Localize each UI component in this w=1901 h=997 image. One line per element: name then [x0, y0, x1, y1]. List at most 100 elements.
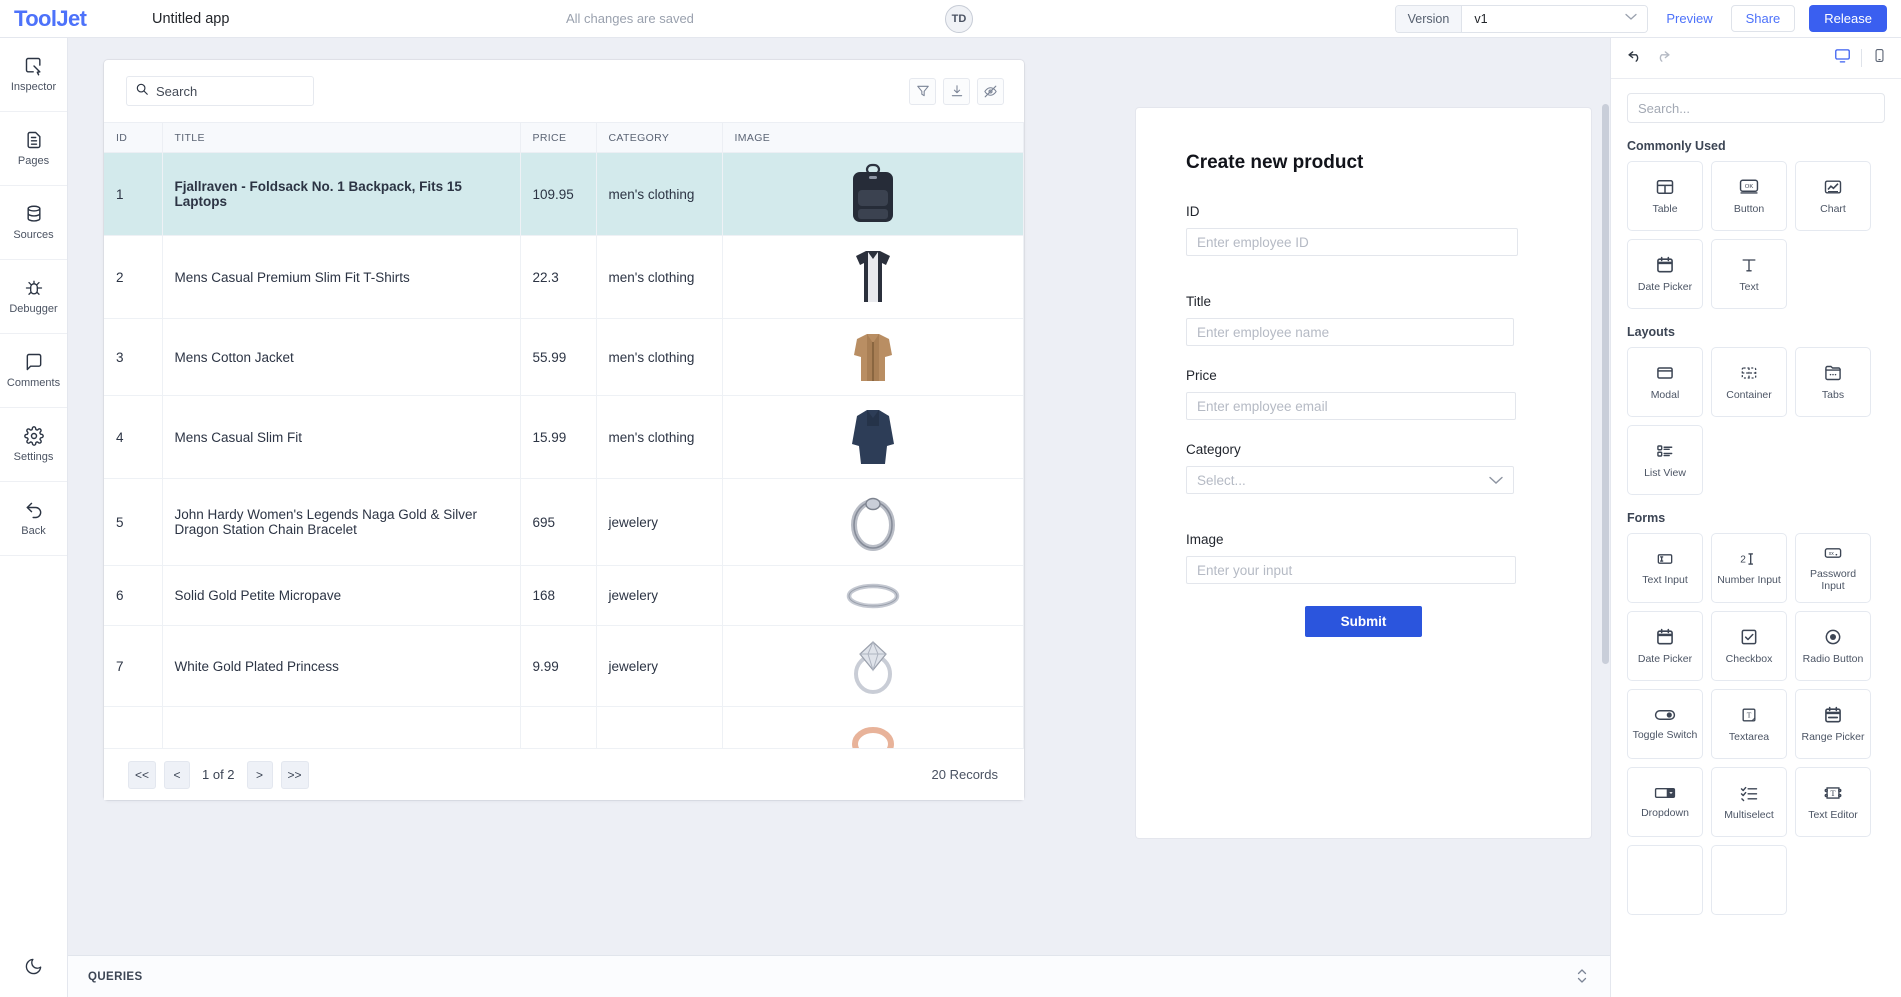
widget-toggle-switch[interactable]: Toggle Switch	[1627, 689, 1703, 759]
pagination-next-button[interactable]: >	[247, 761, 273, 789]
widget-text-editor[interactable]: T Text Editor	[1795, 767, 1871, 837]
widget-modal[interactable]: Modal	[1627, 347, 1703, 417]
category-select[interactable]: Select...	[1186, 466, 1514, 494]
title-input[interactable]: Enter employee name	[1186, 318, 1514, 346]
column-header-id[interactable]: ID	[104, 123, 162, 153]
submit-button[interactable]: Submit	[1305, 606, 1423, 637]
form-field-category: Category Select...	[1186, 442, 1541, 494]
longsleeve-thumbnail	[848, 406, 898, 468]
widget-tabs[interactable]: Tabs	[1795, 347, 1871, 417]
version-selector[interactable]: Version v1	[1395, 5, 1649, 33]
widget-chart[interactable]: Chart	[1795, 161, 1871, 231]
pagination-last-button[interactable]: >>	[281, 761, 309, 789]
sidebar-item-pages[interactable]: Pages	[0, 112, 67, 186]
widget-list-view[interactable]: List View	[1627, 425, 1703, 495]
sidebar-item-comments[interactable]: Comments	[0, 334, 67, 408]
sidebar-item-inspector[interactable]: Inspector	[0, 38, 67, 112]
sidebar-item-label: Comments	[7, 377, 60, 389]
widget-textarea[interactable]: T Textarea	[1711, 689, 1787, 759]
cell-id: 7	[104, 626, 162, 707]
table-row[interactable]: 3 Mens Cotton Jacket 55.99 men's clothin…	[104, 319, 1024, 396]
hide-columns-icon[interactable]	[977, 78, 1004, 105]
field-label: Image	[1186, 532, 1541, 547]
table-row[interactable]: 1 Fjallraven - Foldsack No. 1 Backpack, …	[104, 153, 1024, 236]
table-scroll-region[interactable]: ID TITLE PRICE CATEGORY IMAGE 1 Fjallrav…	[104, 122, 1024, 748]
widget-container[interactable]: Container	[1711, 347, 1787, 417]
table-row-partial[interactable]	[104, 707, 1024, 749]
filter-icon[interactable]	[909, 78, 936, 105]
widget-partial-b[interactable]	[1711, 845, 1787, 915]
cell-id: 4	[104, 396, 162, 479]
pagination-prev-button[interactable]: <	[164, 761, 190, 789]
column-header-category[interactable]: CATEGORY	[596, 123, 722, 153]
widget-range-picker[interactable]: Range Picker	[1795, 689, 1871, 759]
table-header: ID TITLE PRICE CATEGORY IMAGE	[104, 123, 1024, 153]
widget-text[interactable]: Text	[1711, 239, 1787, 309]
table-widget[interactable]: Search	[104, 60, 1024, 800]
table-search-input[interactable]: Search	[126, 76, 314, 106]
widget-number-input[interactable]: 2 Number Input	[1711, 533, 1787, 603]
widget-password-input[interactable]: xx Password Input	[1795, 533, 1871, 603]
table-row[interactable]: 5 John Hardy Women's Legends Naga Gold &…	[104, 479, 1024, 566]
avatar[interactable]: TD	[945, 5, 973, 33]
widget-date-picker[interactable]: Date Picker	[1627, 239, 1703, 309]
widget-checkbox[interactable]: Checkbox	[1711, 611, 1787, 681]
share-button[interactable]: Share	[1731, 5, 1796, 32]
sidebar-item-debugger[interactable]: Debugger	[0, 260, 67, 334]
tooljet-logo[interactable]: ToolJet	[14, 6, 114, 32]
table-row[interactable]: 6 Solid Gold Petite Micropave 168 jewele…	[104, 566, 1024, 626]
sidebar-item-label: Settings	[14, 451, 54, 463]
column-header-price[interactable]: PRICE	[520, 123, 596, 153]
button-icon: OK	[1738, 177, 1760, 197]
list-view-icon	[1655, 441, 1675, 461]
price-input[interactable]: Enter employee email	[1186, 392, 1516, 420]
form-actions: Submit	[1186, 606, 1541, 637]
version-dropdown[interactable]: v1	[1462, 6, 1647, 32]
pagination-first-button[interactable]: <<	[128, 761, 156, 789]
field-label: Category	[1186, 442, 1541, 457]
table-row[interactable]: 2 Mens Casual Premium Slim Fit T-Shirts …	[104, 236, 1024, 319]
image-input[interactable]: Enter your input	[1186, 556, 1516, 584]
release-button[interactable]: Release	[1809, 5, 1887, 32]
widget-dropdown[interactable]: Dropdown	[1627, 767, 1703, 837]
cell-category: jewelery	[596, 566, 722, 626]
widget-label: Radio Button	[1800, 653, 1867, 665]
sidebar-item-settings[interactable]: Settings	[0, 408, 67, 482]
app-title[interactable]: Untitled app	[152, 11, 229, 27]
widget-table[interactable]: Table	[1627, 161, 1703, 231]
preview-button[interactable]: Preview	[1662, 6, 1716, 31]
redo-icon[interactable]	[1654, 47, 1671, 69]
save-status: All changes are saved	[566, 11, 694, 26]
create-product-form[interactable]: Create new product ID Enter employee ID …	[1136, 108, 1591, 838]
widget-button[interactable]: OK Button	[1711, 161, 1787, 231]
sidebar-item-back[interactable]: Back	[0, 482, 67, 556]
widget-radio-button[interactable]: Radio Button	[1795, 611, 1871, 681]
column-header-image[interactable]: IMAGE	[722, 123, 1024, 153]
widget-label: Text Input	[1639, 574, 1691, 586]
expand-collapse-icon[interactable]	[1576, 967, 1588, 986]
column-header-title[interactable]: TITLE	[162, 123, 520, 153]
id-input[interactable]: Enter employee ID	[1186, 228, 1518, 256]
widget-multiselect[interactable]: Multiselect	[1711, 767, 1787, 837]
widget-search-input[interactable]: Search...	[1627, 93, 1885, 123]
cell-category	[596, 707, 722, 749]
app-canvas[interactable]: Search	[68, 38, 1610, 997]
widget-label: Multiselect	[1721, 809, 1777, 821]
widget-partial-a[interactable]	[1627, 845, 1703, 915]
widget-date-picker-forms[interactable]: Date Picker	[1627, 611, 1703, 681]
settings-icon	[24, 426, 44, 446]
canvas-scrollbar[interactable]	[1602, 104, 1609, 664]
widget-list[interactable]: Commonly Used Table	[1611, 123, 1901, 997]
mobile-icon[interactable]	[1872, 47, 1887, 69]
table-row[interactable]: 4 Mens Casual Slim Fit 15.99 men's cloth…	[104, 396, 1024, 479]
debugger-icon	[24, 278, 44, 298]
sidebar-item-sources[interactable]: Sources	[0, 186, 67, 260]
undo-icon[interactable]	[1627, 47, 1644, 69]
dark-mode-toggle[interactable]	[0, 957, 67, 981]
desktop-icon[interactable]	[1834, 47, 1851, 69]
table-row[interactable]: 7 White Gold Plated Princess 9.99 jewele…	[104, 626, 1024, 707]
download-icon[interactable]	[943, 78, 970, 105]
queries-bar[interactable]: QUERIES	[68, 955, 1610, 997]
svg-text:xx: xx	[1829, 551, 1835, 557]
widget-text-input[interactable]: Text Input	[1627, 533, 1703, 603]
